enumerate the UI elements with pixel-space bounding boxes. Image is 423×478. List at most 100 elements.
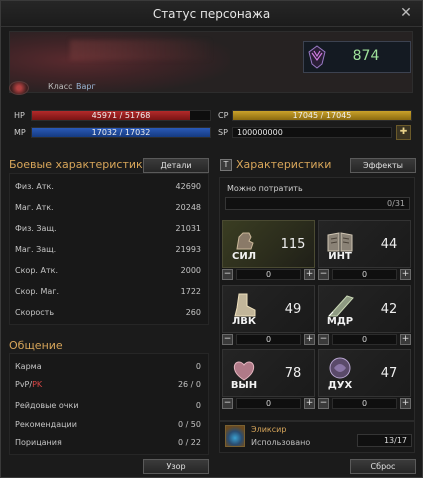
decrement-button[interactable]: − xyxy=(222,269,233,280)
combat-power-emblem-icon xyxy=(308,45,326,69)
combat-stat-value: 2000 xyxy=(180,266,201,275)
combat-stat-row: Физ. Атк. 42690 xyxy=(9,182,205,196)
hp-bar-text: 45971 / 51768 xyxy=(91,111,151,120)
social-stat-row: Рейдовые очки 0 xyxy=(9,401,205,415)
sp-value: 100000000 xyxy=(237,128,283,137)
combat-stat-name: Скорость xyxy=(15,308,55,317)
social-stat-name: Рекомендации xyxy=(15,420,77,429)
social-stat-value: 0 xyxy=(195,362,201,371)
attribute-cell: ЛВК 49 xyxy=(222,285,315,333)
attribute-step-value: 0 xyxy=(236,269,301,280)
attribute-value: 115 xyxy=(280,237,306,252)
combat-stat-row: Маг. Защ. 21993 xyxy=(9,245,205,259)
attribute-step-value: 0 xyxy=(236,334,301,345)
social-stat-value: 0 / 22 xyxy=(177,438,201,447)
attribute-abbr: СИЛ xyxy=(231,251,256,262)
combat-stat-name: Скор. Атк. xyxy=(15,266,58,275)
effects-button[interactable]: Эффекты xyxy=(350,158,416,173)
attribute-step-value: 0 xyxy=(332,334,397,345)
elixir-name: Эликсир xyxy=(251,425,287,434)
social-stat-row: PvP/PK 26 / 0 xyxy=(9,380,205,394)
social-stat-name: PvP/PK xyxy=(15,380,42,389)
window-title: Статус персонажа xyxy=(152,7,271,21)
decrement-button[interactable]: − xyxy=(222,334,233,345)
class-value: Варг xyxy=(76,82,96,91)
spend-points-label: Можно потратить xyxy=(227,184,303,193)
attribute-cell: ВЫН 78 xyxy=(222,349,315,397)
attribute-abbr: ВЫН xyxy=(230,380,258,391)
social-stat-name: Карма xyxy=(15,362,42,371)
social-stat-value: 0 / 50 xyxy=(177,420,201,429)
title-bar[interactable]: Статус персонажа ✕ xyxy=(1,1,422,27)
combat-stat-row: Физ. Защ. 21031 xyxy=(9,224,205,238)
hp-bar: 45971 / 51768 xyxy=(31,110,211,121)
attribute-value: 42 xyxy=(380,302,398,317)
increment-button[interactable]: + xyxy=(400,269,411,280)
combat-stat-value: 1722 xyxy=(180,287,201,296)
mp-label: MP xyxy=(14,128,26,137)
social-stat-row: Карма 0 xyxy=(9,362,205,376)
attribute-stepper: −0 + xyxy=(318,334,411,346)
pvp-label: PvP/ xyxy=(15,380,33,389)
bag-icon: ✚ xyxy=(399,127,408,137)
combat-stat-value: 21031 xyxy=(175,224,201,233)
attribute-cell: ИНТ 44 xyxy=(318,220,411,268)
elixir-used-label: Использовано xyxy=(251,438,311,447)
attribute-abbr: ИНТ xyxy=(328,251,352,262)
combat-stat-name: Скор. Маг. xyxy=(15,287,60,296)
increment-button[interactable]: + xyxy=(304,334,315,345)
character-status-window: Статус персонажа ✕ Класс Варг 874 HP 459… xyxy=(0,0,423,478)
sp-bag-button[interactable]: ✚ xyxy=(396,125,411,140)
increment-button[interactable]: + xyxy=(304,269,315,280)
decrement-button[interactable]: − xyxy=(222,398,233,409)
attribute-stepper: −0 + xyxy=(222,334,315,346)
attribute-step-value: 0 xyxy=(236,398,301,409)
attribute-stepper: −0 + xyxy=(222,269,315,281)
portrait-name-blur xyxy=(70,40,210,60)
pattern-button[interactable]: Узор xyxy=(143,459,209,474)
combat-stat-name: Физ. Атк. xyxy=(15,182,54,191)
attribute-cell: СИЛ 115 xyxy=(222,220,315,268)
sp-field: 100000000 xyxy=(232,127,392,138)
combat-stat-name: Маг. Атк. xyxy=(15,203,54,212)
increment-button[interactable]: + xyxy=(400,334,411,345)
combat-stat-value: 260 xyxy=(185,308,201,317)
attribute-step-value: 0 xyxy=(332,269,397,280)
social-stat-value: 0 xyxy=(195,401,201,410)
attribute-stepper: −0 + xyxy=(318,398,411,410)
increment-button[interactable]: + xyxy=(304,398,315,409)
decrement-button[interactable]: − xyxy=(318,398,329,409)
hp-label: HP xyxy=(14,111,25,120)
decrement-button[interactable]: − xyxy=(318,269,329,280)
attribute-step-value: 0 xyxy=(332,398,397,409)
decrement-button[interactable]: − xyxy=(318,334,329,345)
attribute-cell: ДУХ 47 xyxy=(318,349,411,397)
combat-stat-name: Маг. Защ. xyxy=(15,245,57,254)
social-stat-row: Рекомендации 0 / 50 xyxy=(9,420,205,434)
spend-points-field: 0/31 xyxy=(225,197,410,210)
combat-stat-value: 20248 xyxy=(175,203,201,212)
combat-power-value: 874 xyxy=(352,48,380,64)
class-emblem-icon xyxy=(9,81,29,95)
combat-stat-row: Скор. Маг. 1722 xyxy=(9,287,205,301)
attributes-header-icon: T xyxy=(220,159,232,171)
attribute-stepper: −0 + xyxy=(222,398,315,410)
pk-label: PK xyxy=(32,380,43,389)
attributes-title: Характеристики xyxy=(236,158,332,171)
mp-bar-text: 17032 / 17032 xyxy=(91,128,151,137)
elixir-icon xyxy=(225,425,245,447)
social-title: Общение xyxy=(9,339,63,352)
combat-stat-name: Физ. Защ. xyxy=(15,224,57,233)
details-button[interactable]: Детали xyxy=(143,158,209,173)
attribute-abbr: ЛВК xyxy=(231,316,257,327)
reset-button[interactable]: Сброс xyxy=(350,459,416,474)
close-icon[interactable]: ✕ xyxy=(398,5,414,21)
social-stat-name: Порицания xyxy=(15,438,62,447)
combat-stat-row: Скорость 260 xyxy=(9,308,205,322)
cp-bar: 17045 / 17045 xyxy=(232,110,412,121)
attribute-value: 78 xyxy=(284,366,302,381)
increment-button[interactable]: + xyxy=(400,398,411,409)
attribute-stepper: −0 + xyxy=(318,269,411,281)
combat-stat-value: 42690 xyxy=(175,182,201,191)
combat-stat-value: 21993 xyxy=(175,245,201,254)
